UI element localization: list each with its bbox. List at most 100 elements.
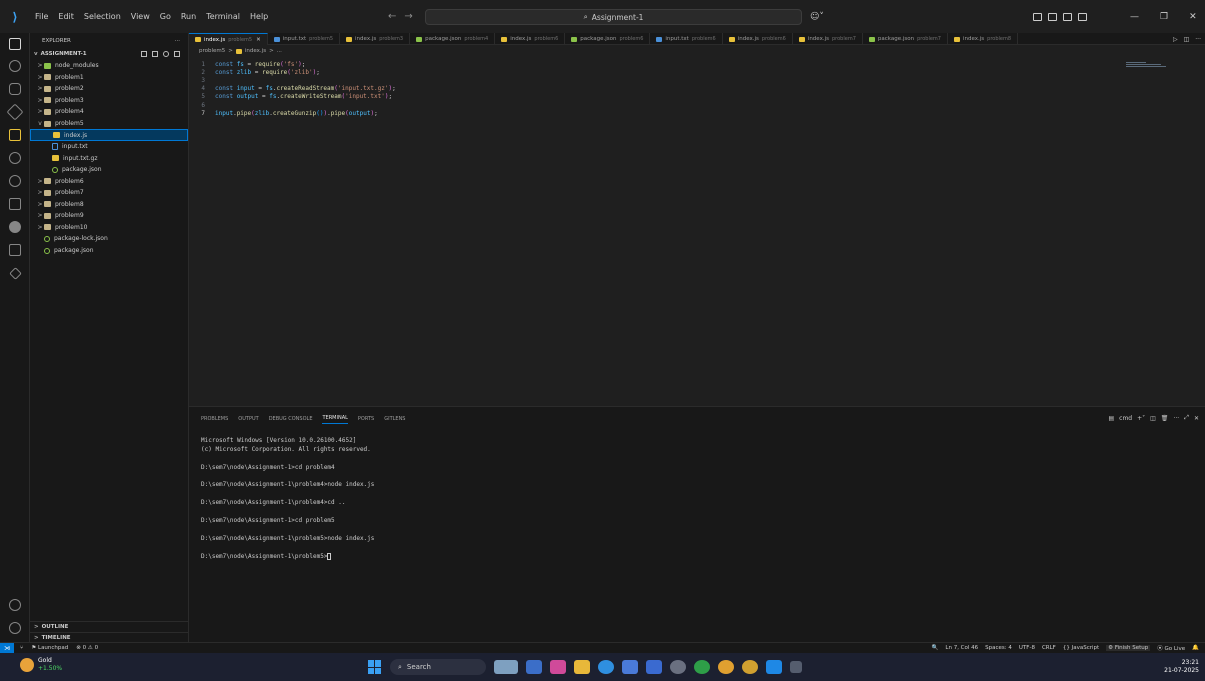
file-tree-item[interactable]: > problem2 — [30, 83, 188, 95]
copilot-app-icon[interactable] — [550, 660, 566, 674]
taskbar-search[interactable]: ⌕ Search — [390, 659, 486, 675]
account-icon[interactable] — [0, 594, 30, 616]
menu-terminal[interactable]: Terminal — [201, 0, 245, 33]
file-tree-item[interactable]: v problem5 — [30, 118, 188, 130]
edge-browser-icon[interactable] — [598, 660, 614, 674]
forward-arrow-icon[interactable]: → — [404, 11, 412, 22]
split-terminal-icon[interactable]: ◫ — [1150, 415, 1156, 422]
maximize-panel-icon[interactable]: ⤢ — [1184, 414, 1189, 422]
minimap[interactable] — [1126, 62, 1186, 72]
command-center-search[interactable]: ⌕ Assignment-1 — [425, 9, 802, 25]
panel-tab-problems[interactable]: PROBLEMS — [201, 416, 228, 422]
settings-app-icon[interactable] — [670, 660, 686, 674]
go-live[interactable]: ⦿ Go Live — [1157, 644, 1185, 652]
branch-icon[interactable]: ⑂ — [20, 645, 23, 651]
end-of-line[interactable]: CRLF — [1042, 645, 1056, 651]
menu-help[interactable]: Help — [245, 0, 273, 33]
refresh-icon[interactable] — [163, 51, 169, 57]
timeline-icon[interactable] — [0, 147, 30, 169]
menu-selection[interactable]: Selection — [79, 0, 126, 33]
menu-go[interactable]: Go — [155, 0, 176, 33]
copilot-chat-icon[interactable] — [0, 262, 30, 284]
collapse-all-icon[interactable] — [174, 51, 180, 57]
editor-tab[interactable]: package.json problem7 — [863, 33, 948, 45]
file-tree-item[interactable]: package.json — [30, 245, 188, 257]
gitlens-icon[interactable] — [0, 170, 30, 192]
chrome-icon[interactable] — [718, 660, 734, 674]
more-actions-icon[interactable]: ··· — [1195, 36, 1201, 43]
menu-edit[interactable]: Edit — [53, 0, 79, 33]
finish-setup[interactable]: ⚙ Finish Setup — [1106, 645, 1151, 651]
new-folder-icon[interactable] — [152, 51, 158, 57]
file-tree-item[interactable]: > problem6 — [30, 175, 188, 187]
editor-tab[interactable]: index.js problem6 — [495, 33, 566, 45]
close-panel-icon[interactable]: ✕ — [1194, 415, 1199, 422]
editor-tab[interactable]: package.json problem4 — [410, 33, 496, 45]
menu-file[interactable]: File — [30, 0, 53, 33]
file-tree-item[interactable]: input.txt.gz — [30, 152, 188, 164]
breadcrumb-tail[interactable]: ... — [277, 48, 282, 54]
customize-layout-icon[interactable] — [1033, 12, 1042, 21]
breadcrumb-folder[interactable]: problem5 — [199, 48, 225, 54]
panel-tab-debug-console[interactable]: DEBUG CONSOLE — [269, 416, 313, 422]
workspace-root[interactable]: v ASSIGNMENT-1 — [30, 48, 188, 60]
snipping-tool-icon[interactable] — [790, 661, 802, 673]
file-explorer-icon[interactable] — [574, 660, 590, 674]
back-arrow-icon[interactable]: ← — [388, 11, 396, 22]
editor-tab[interactable]: index.js problem7 — [793, 33, 863, 45]
editor-tab[interactable]: index.js problem3 — [340, 33, 411, 45]
kill-terminal-icon[interactable]: 🗑 — [1161, 415, 1169, 422]
file-tree-item[interactable]: index.js — [30, 129, 188, 141]
menu-run[interactable]: Run — [176, 0, 201, 33]
search-icon[interactable] — [0, 55, 30, 77]
system-tray-clock[interactable]: 23:21 21-07-2025 — [1164, 659, 1199, 675]
panel-tab-output[interactable]: OUTPUT — [238, 416, 258, 422]
file-tree-item[interactable]: > problem4 — [30, 106, 188, 118]
editor-tab[interactable]: index.js problem5 ✕ — [189, 33, 268, 45]
editor-tab[interactable]: index.js problem8 — [948, 33, 1019, 45]
outline-section[interactable]: > OUTLINE — [30, 621, 189, 631]
xbox-icon[interactable] — [694, 660, 710, 674]
run-icon[interactable]: ▷ — [1173, 36, 1178, 43]
terminal-name[interactable]: cmd — [1119, 415, 1132, 422]
editor-tab[interactable]: input.txt problem6 — [650, 33, 723, 45]
launchpad-item[interactable]: ⚑ Launchpad — [31, 645, 68, 651]
copilot-icon[interactable]: ☺˅ — [810, 0, 824, 33]
source-control-icon[interactable] — [0, 78, 30, 100]
restore-icon[interactable]: ❐ — [1160, 12, 1168, 22]
cursor-position[interactable]: Ln 7, Col 46 — [945, 645, 978, 651]
panel-tab-ports[interactable]: PORTS — [358, 416, 374, 422]
extensions-icon[interactable] — [0, 124, 30, 146]
app-icon[interactable] — [526, 660, 542, 674]
file-tree-item[interactable]: > problem8 — [30, 199, 188, 211]
terminal-output[interactable]: Microsoft Windows [Version 10.0.26100.46… — [201, 437, 1191, 561]
new-file-icon[interactable] — [141, 51, 147, 57]
menu-view[interactable]: View — [126, 0, 155, 33]
file-tree-item[interactable]: > problem7 — [30, 187, 188, 199]
file-tree-item[interactable]: package.json — [30, 164, 188, 176]
task-view-icon[interactable] — [494, 660, 518, 674]
zoom-icon[interactable]: 🔍 — [932, 645, 939, 651]
manage-gear-icon[interactable] — [0, 617, 30, 639]
chrome-profile-icon[interactable] — [742, 660, 758, 674]
file-tree-item[interactable]: > problem9 — [30, 210, 188, 222]
microsoft-store-icon[interactable] — [622, 660, 638, 674]
editor-tab[interactable]: package.json problem6 — [565, 33, 651, 45]
breadcrumb-file[interactable]: index.js — [245, 48, 266, 54]
explorer-icon[interactable] — [0, 33, 30, 55]
github-icon[interactable] — [0, 216, 30, 238]
panel-tab-terminal[interactable]: TERMINAL — [322, 415, 348, 424]
close-icon[interactable]: ✕ — [1189, 12, 1197, 22]
notifications-bell-icon[interactable]: 🔔 — [1192, 645, 1199, 651]
toggle-sidebar-icon[interactable] — [1048, 12, 1057, 21]
minimize-icon[interactable]: — — [1130, 12, 1139, 22]
encoding[interactable]: UTF-8 — [1019, 645, 1035, 651]
editor-tab[interactable]: index.js problem6 — [723, 33, 793, 45]
new-terminal-icon[interactable]: +˅ — [1137, 415, 1145, 422]
timeline-section[interactable]: > TIMELINE — [30, 632, 189, 642]
remote-explorer-icon[interactable] — [0, 193, 30, 215]
language-mode[interactable]: {} JavaScript — [1063, 645, 1099, 651]
widgets-button[interactable]: Gold +1.50% — [20, 657, 62, 673]
editor-tab[interactable]: input.txt problem5 — [268, 33, 341, 45]
file-tree-item[interactable]: > problem3 — [30, 95, 188, 107]
